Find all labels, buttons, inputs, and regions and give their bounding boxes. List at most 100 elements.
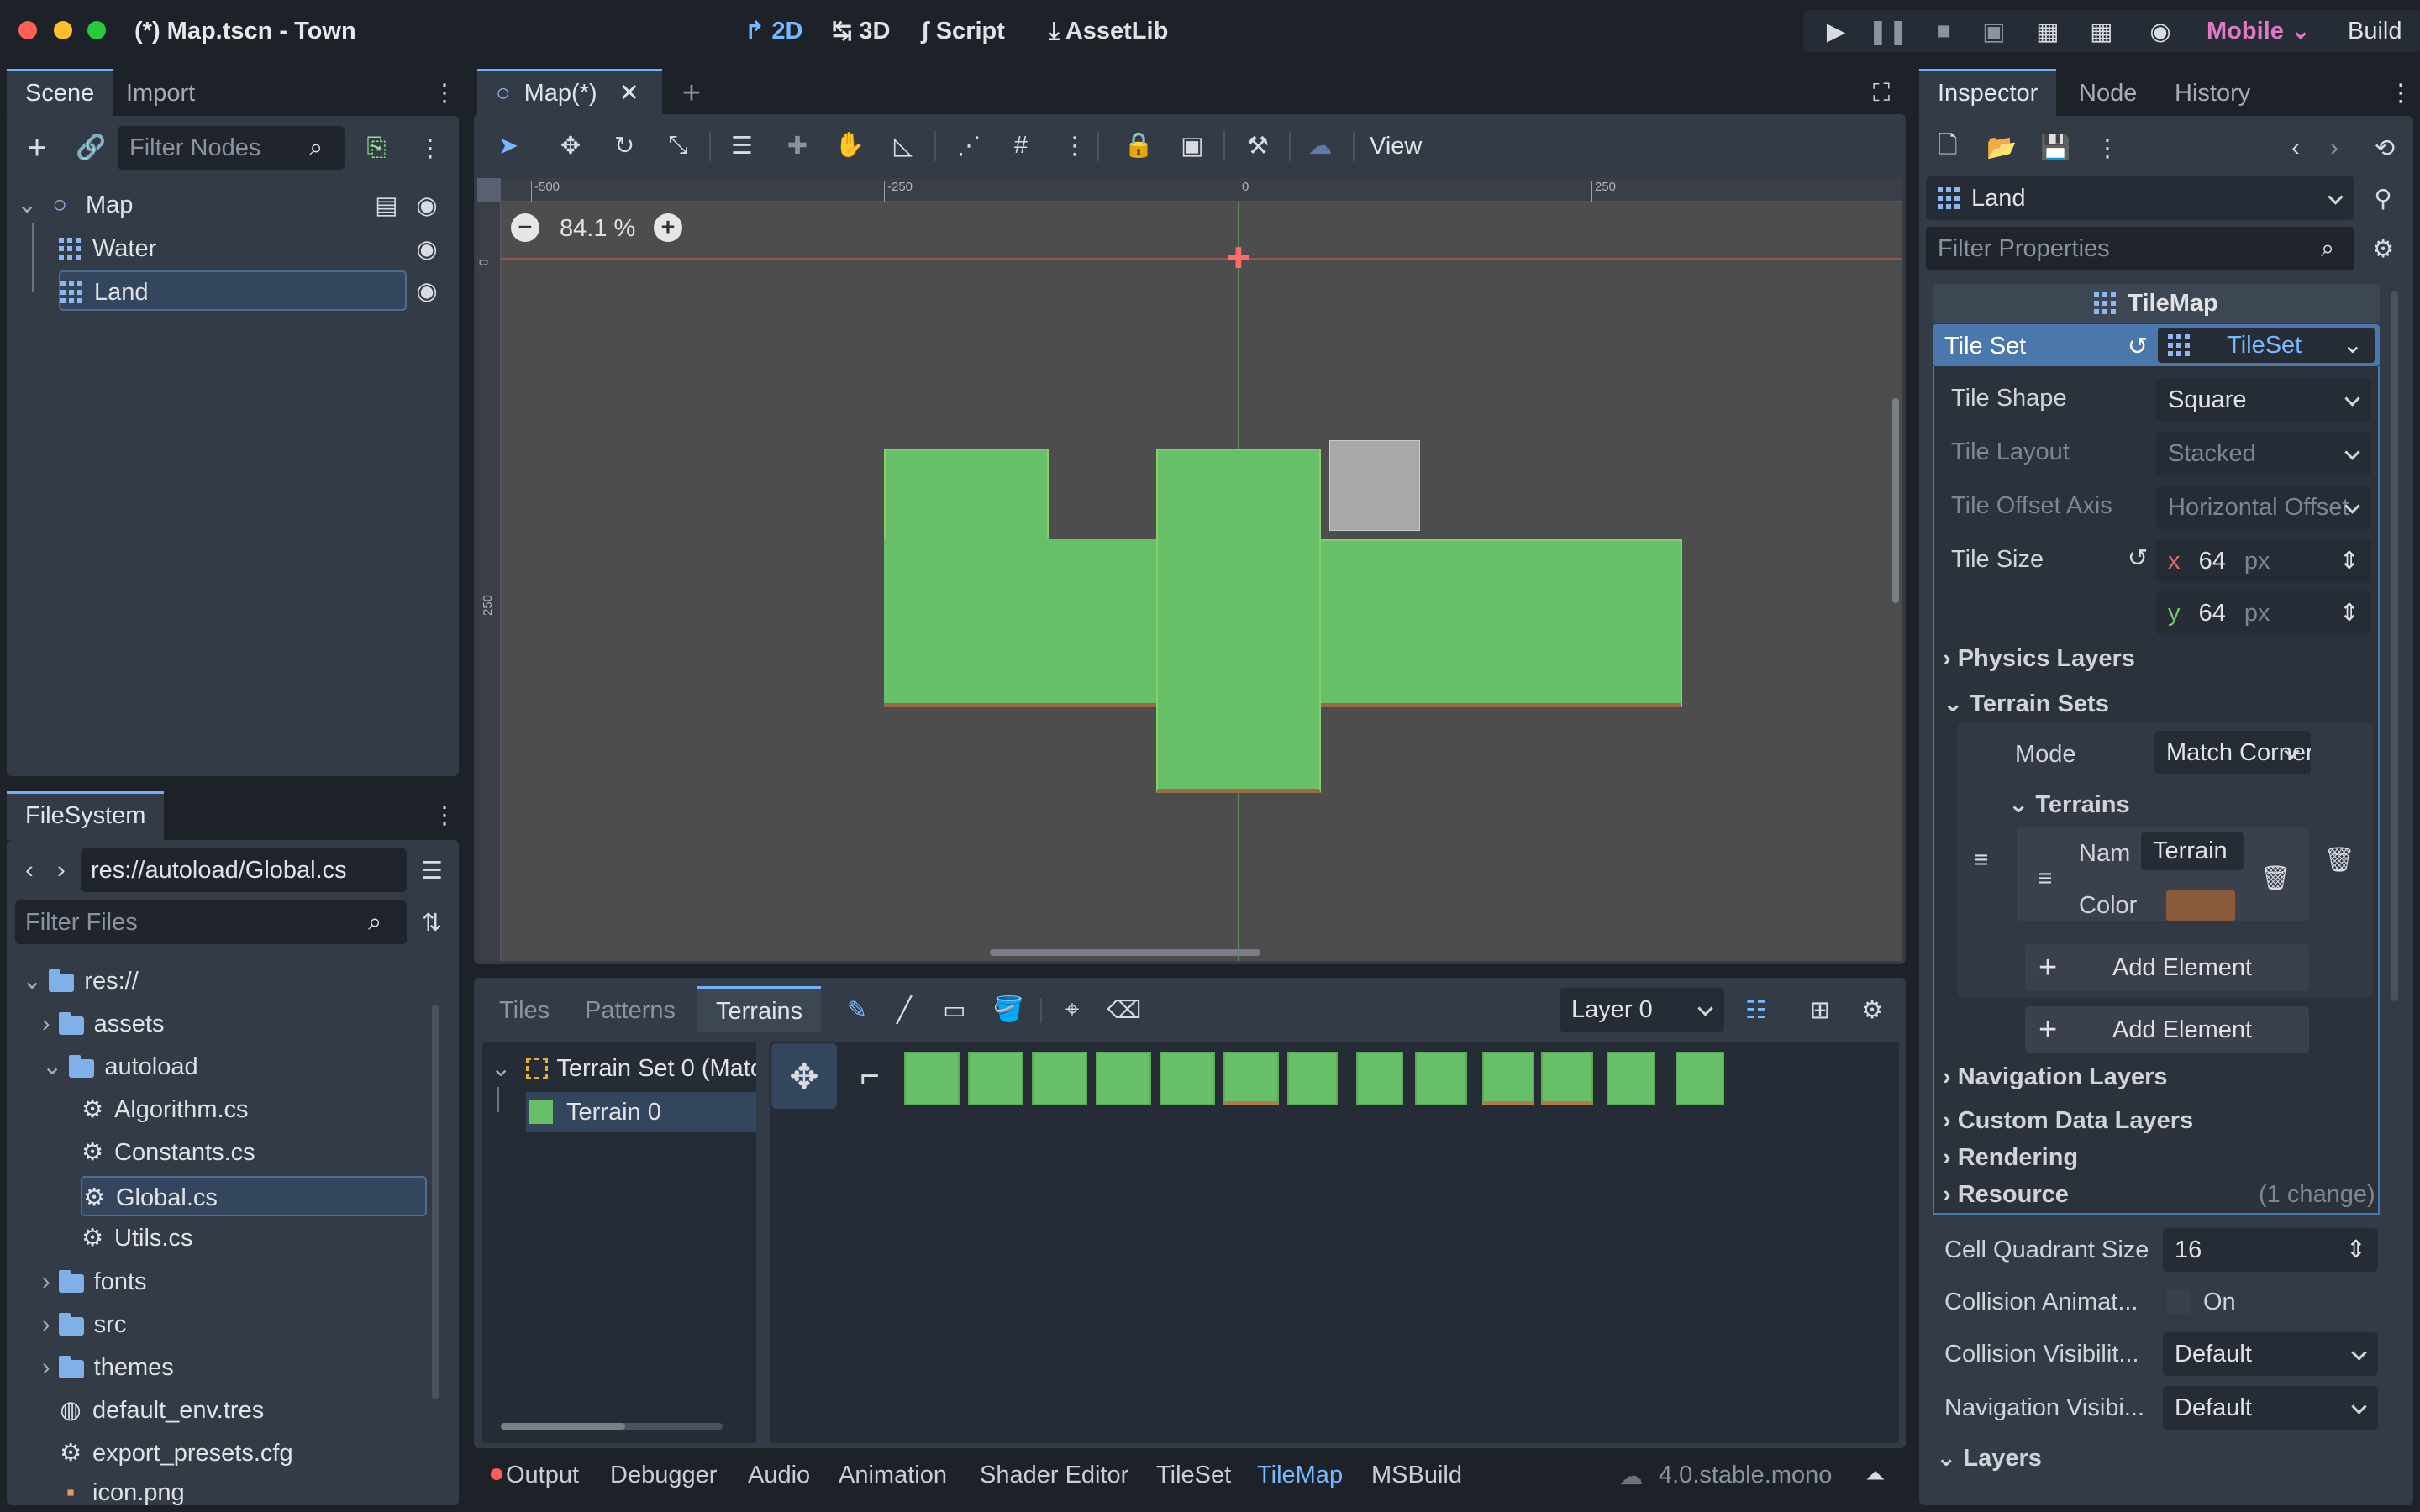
instance-scene-icon[interactable]: 🔗	[72, 129, 109, 166]
canvas-viewport[interactable]: -500 -250 0 250 0 250 ✚ − 84.1 % +	[477, 178, 1902, 961]
distraction-free-icon[interactable]: ⛶	[1862, 74, 1901, 113]
rendering-section[interactable]: › Rendering	[1943, 1144, 2078, 1172]
cell-quadrant-field[interactable]: 16 ⇕	[2163, 1228, 2378, 1272]
revert-icon[interactable]: ↺	[2121, 541, 2154, 575]
navigation-visibility-dropdown[interactable]: Default	[2163, 1386, 2378, 1430]
tab-filesystem[interactable]: FileSystem	[7, 791, 165, 840]
add-scene-tab-icon[interactable]: +	[672, 74, 711, 113]
remote-debug-icon[interactable]: ▣	[1976, 13, 2012, 49]
terrain-name-field[interactable]: Terrain	[2141, 832, 2244, 870]
terrain-tree-hscroll-thumb[interactable]	[501, 1423, 625, 1430]
viewport-hscrollbar[interactable]	[990, 949, 1260, 956]
move-tool-icon[interactable]: ✥	[551, 126, 590, 165]
terrain-tile[interactable]	[904, 1052, 960, 1105]
terrain-sets-section[interactable]: ⌄ Terrain Sets	[1943, 689, 2109, 718]
add-terrain-set-element-button[interactable]: + Add Element	[2025, 1006, 2309, 1053]
terrain-tile[interactable]	[1356, 1052, 1403, 1105]
terrain-tile[interactable]	[1096, 1052, 1151, 1105]
terrain-tile[interactable]	[1676, 1052, 1724, 1105]
custom-data-layers-section[interactable]: › Custom Data Layers	[1943, 1107, 2193, 1135]
zoom-out-icon[interactable]: −	[511, 213, 539, 242]
inspector-settings-icon[interactable]: ⚙	[2365, 230, 2402, 267]
play-icon[interactable]: ▶	[1818, 13, 1854, 49]
terrain-tile[interactable]	[1287, 1052, 1338, 1105]
scene-menu-icon[interactable]: ⋮	[415, 129, 445, 166]
history-forward-icon[interactable]: ›	[2319, 129, 2349, 166]
file-item[interactable]: ⌄ autoload	[42, 1047, 198, 1087]
lock-icon[interactable]: 🔒	[1119, 126, 1158, 165]
sort-icon[interactable]: ⇅	[415, 906, 449, 939]
delete-icon[interactable]: 🗑	[2260, 862, 2291, 895]
pause-icon[interactable]: ❚❚	[1868, 13, 1909, 49]
open-resource-icon[interactable]: 📂	[1983, 129, 2020, 166]
tab-history[interactable]: History	[2156, 69, 2269, 118]
bucket-tool-icon[interactable]: 🪣	[992, 991, 1025, 1028]
delete-icon[interactable]: 🗑	[2324, 843, 2355, 877]
maximize-window-button[interactable]	[87, 21, 106, 39]
tile-set-resource-button[interactable]: TileSet ⌄	[2158, 328, 2375, 363]
filesystem-scrollbar[interactable]	[432, 1005, 439, 1399]
drag-handle-icon[interactable]: ≡	[1966, 843, 1996, 877]
stepper-icon[interactable]: ⇕	[2346, 1228, 2366, 1272]
add-terrain-element-button[interactable]: + Add Element	[2025, 944, 2309, 991]
script-icon[interactable]: ▤	[371, 190, 402, 220]
zoom-in-icon[interactable]: +	[654, 213, 682, 242]
select-tool-icon[interactable]: ➤	[489, 126, 528, 165]
new-resource-icon[interactable]: 🗋	[1929, 129, 1966, 166]
list-view-icon[interactable]: ☷	[1738, 991, 1775, 1028]
visibility-eye-icon[interactable]: ◉	[410, 190, 444, 220]
add-node-icon[interactable]: +	[17, 129, 57, 166]
drag-handle-icon[interactable]: ≡	[2030, 862, 2060, 895]
object-history-icon[interactable]: ⟲	[2366, 129, 2403, 166]
connect-mode-icon[interactable]: ✥	[771, 1043, 837, 1109]
terrain-item[interactable]: Terrain 0	[526, 1092, 756, 1132]
terrain-tile[interactable]	[1160, 1052, 1215, 1105]
snap-options-icon[interactable]: ⋮	[1055, 126, 1094, 165]
tree-item-land[interactable]: Land	[59, 270, 407, 311]
viewport-vscrollbar[interactable]	[1892, 398, 1899, 603]
stepper-icon[interactable]: ⇕	[2339, 539, 2360, 583]
zoom-level[interactable]: 84.1 %	[560, 215, 635, 243]
select-list-icon[interactable]: ☰	[723, 126, 761, 165]
close-window-button[interactable]	[18, 21, 37, 39]
dock-menu-icon[interactable]: ⋮	[432, 76, 457, 109]
smart-snap-icon[interactable]: ⋰	[950, 126, 988, 165]
terrain-tile[interactable]	[1541, 1052, 1593, 1105]
history-back-icon[interactable]: ‹	[2281, 129, 2311, 166]
rotate-tool-icon[interactable]: ↻	[605, 126, 644, 165]
resource-menu-icon[interactable]: ⋮	[2092, 129, 2123, 166]
dock-menu-icon[interactable]: ⋮	[2388, 76, 2413, 109]
bottom-tab-tilemap[interactable]: TileMap	[1257, 1457, 1343, 1494]
navigation-layers-section[interactable]: › Navigation Layers	[1943, 1063, 2168, 1091]
layer-dropdown[interactable]: Layer 0	[1560, 988, 1724, 1032]
terrain-tile[interactable]	[1415, 1052, 1467, 1105]
bottom-tab-audio[interactable]: Audio	[748, 1457, 810, 1494]
scene-tab-map[interactable]: ○ Map(*) ✕	[477, 69, 662, 118]
ruler-tool-icon[interactable]: ◺	[884, 126, 923, 165]
path-field[interactable]: res://autoload/Global.cs	[81, 848, 407, 892]
forward-arrow-icon[interactable]: ›	[49, 853, 74, 887]
build-button[interactable]: Build	[2348, 0, 2402, 62]
file-item[interactable]: › themes	[42, 1347, 174, 1388]
tile-size-x-field[interactable]: x 64 px ⇕	[2156, 539, 2371, 583]
workspace-3d-button[interactable]: ↹ 3D	[832, 0, 890, 62]
file-item[interactable]: ◍ default_env.tres	[59, 1390, 264, 1431]
tab-import[interactable]: Import	[108, 69, 213, 118]
layers-section[interactable]: ⌄ Layers	[1936, 1443, 2042, 1473]
inspector-scrollbar[interactable]	[2391, 291, 2398, 1001]
workspace-assetlib-button[interactable]: ⤓ AssetLib	[1049, 0, 1168, 62]
tab-inspector[interactable]: Inspector	[1919, 69, 2057, 118]
grid-toggle-icon[interactable]: ⊞	[1802, 991, 1839, 1028]
mode-dropdown[interactable]: Match Corners	[2154, 731, 2311, 774]
terrains-section[interactable]: ⌄ Terrains	[2008, 790, 2130, 819]
filter-properties-input[interactable]: Filter Properties ⌕	[1926, 227, 2354, 270]
bottom-tab-shader-editor[interactable]: Shader Editor	[980, 1457, 1128, 1494]
bottom-tab-tileset[interactable]: TileSet	[1156, 1457, 1231, 1494]
settings-sliders-icon[interactable]: ⚙	[1854, 991, 1891, 1028]
paint-tool-icon[interactable]: ✎	[840, 991, 874, 1028]
save-resource-icon[interactable]: 💾	[2037, 129, 2074, 166]
tile-shape-dropdown[interactable]: Square	[2156, 378, 2371, 422]
play-custom-scene-icon[interactable]: ▦	[2084, 13, 2119, 49]
group-icon[interactable]: ▣	[1173, 126, 1212, 165]
tile-size-y-field[interactable]: y 64 px ⇕	[2156, 591, 2371, 635]
